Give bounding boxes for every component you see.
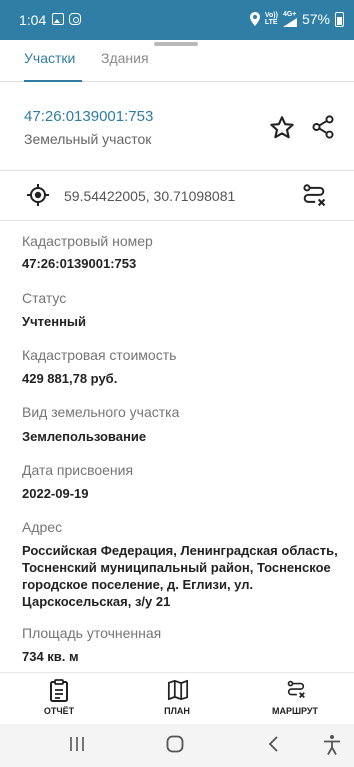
notification-icons [52, 13, 81, 25]
network-gen: 4G+ [282, 11, 297, 18]
status-right: Vo)) LTE 4G+ 57% [249, 11, 344, 27]
coordinates-row: 59.54422005, 30.71098081 [0, 176, 354, 216]
signal-group: 4G+ [282, 11, 297, 27]
home-icon[interactable] [165, 734, 185, 754]
cadastral-number-label: Кадастровый номер [22, 233, 153, 249]
signal-icon [282, 18, 297, 27]
assign-date-label: Дата присвоения [22, 462, 134, 478]
image-icon [52, 13, 64, 25]
share-icon[interactable] [310, 114, 336, 140]
assign-date-value: 2022-09-19 [22, 486, 89, 501]
report-label: ОТЧЁТ [43, 706, 75, 716]
cadastral-number-value: 47:26:0139001:753 [22, 256, 137, 271]
bottom-action-bar: ОТЧЁТ ПЛАН МАРШРУТ [0, 672, 354, 724]
route-label: МАРШРУТ [271, 706, 319, 716]
battery-icon [335, 11, 344, 27]
status-value: Учтенный [22, 314, 87, 329]
target-icon[interactable] [26, 183, 50, 207]
parcel-id[interactable]: 47:26:0139001:753 [24, 108, 153, 125]
report-button[interactable]: ОТЧЁТ [19, 673, 99, 725]
status-label: Статус [22, 290, 67, 306]
tab-parcels[interactable]: Участки [24, 50, 75, 76]
divider [0, 220, 354, 221]
divider [0, 170, 354, 171]
area-label: Площадь уточненная [22, 625, 162, 641]
route-clear-icon[interactable] [300, 182, 328, 210]
address-value: Российская Федерация, Ленинградская обла… [22, 543, 338, 609]
route-icon [287, 680, 305, 698]
recents-icon[interactable] [68, 734, 86, 754]
star-icon[interactable] [268, 114, 296, 142]
route-button[interactable]: МАРШРУТ [255, 673, 335, 725]
plan-label: ПЛАН [164, 706, 190, 716]
area-value: 734 кв. м [22, 649, 79, 664]
status-time: 1:04 [19, 12, 47, 28]
accessibility-icon[interactable] [322, 734, 342, 756]
report-icon [50, 679, 68, 702]
parcel-type: Земельный участок [24, 131, 152, 147]
coordinates-text[interactable]: 59.54422005, 30.71098081 [64, 188, 235, 204]
plan-button[interactable]: ПЛАН [137, 673, 217, 725]
location-icon [249, 12, 260, 26]
battery-percent: 57% [301, 11, 330, 27]
tab-bar: Участки Здания [0, 44, 354, 82]
address-label: Адрес [22, 519, 63, 535]
parcel-header: 47:26:0139001:753 Земельный участок [0, 96, 354, 166]
status-bar: 1:04 Vo)) LTE 4G+ 57% [0, 0, 354, 40]
active-tab-indicator [24, 80, 82, 82]
cadastral-value-value: 429 881,78 руб. [22, 371, 118, 386]
back-icon[interactable] [266, 734, 282, 754]
land-type-value: Землепользование [22, 429, 147, 444]
land-type-label: Вид земельного участка [22, 404, 180, 420]
cadastral-value-label: Кадастровая стоимость [22, 347, 177, 363]
instagram-icon [69, 13, 81, 25]
system-nav-bar [0, 724, 354, 767]
map-icon [167, 679, 189, 701]
network-type: Vo)) LTE [264, 12, 278, 26]
tab-buildings[interactable]: Здания [101, 50, 149, 76]
